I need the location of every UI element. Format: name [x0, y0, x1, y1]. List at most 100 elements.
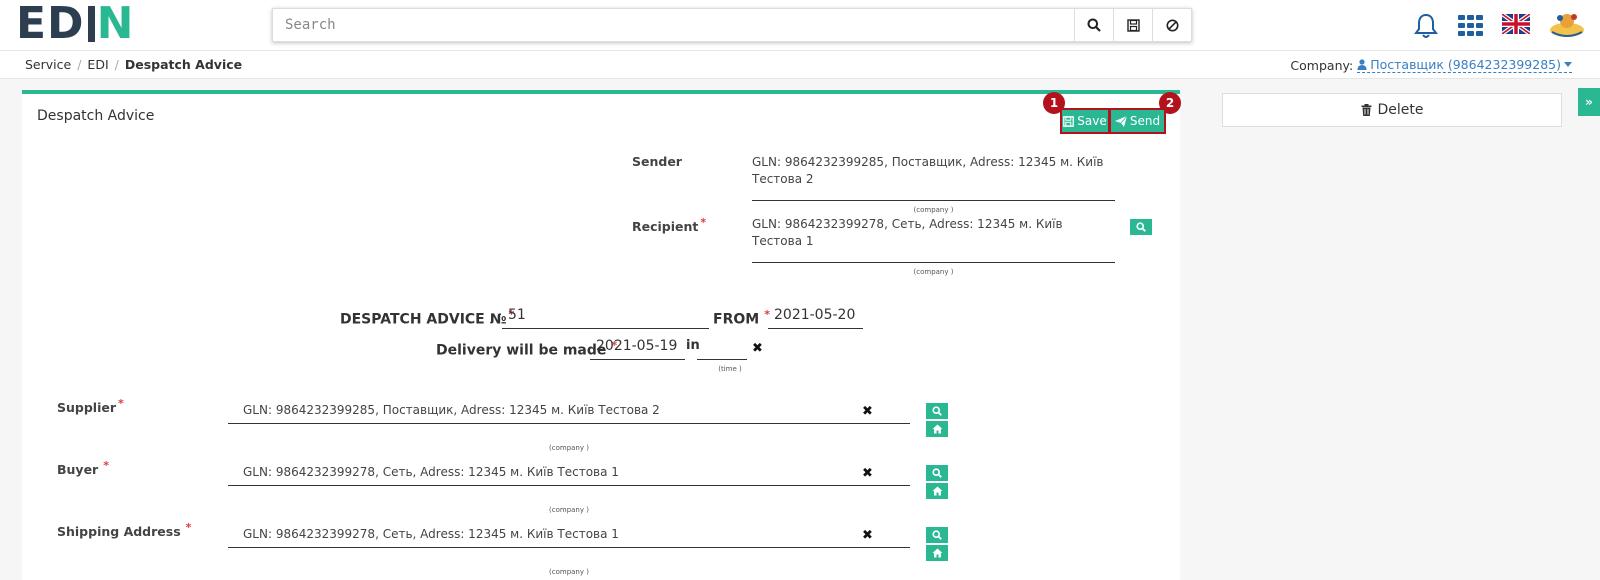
- despatch-number-input[interactable]: 51: [502, 307, 709, 329]
- breadcrumb: Service / EDI / Despatch Advice: [25, 57, 242, 72]
- sender-underline: [752, 200, 1115, 201]
- recipient-value-line2: Тестова 1: [752, 234, 814, 248]
- breadcrumb-item-edi[interactable]: EDI: [87, 57, 108, 72]
- breadcrumb-item-service[interactable]: Service: [25, 57, 71, 72]
- save-icon: [1063, 115, 1075, 127]
- company-selector: Company: Поставщик (9864232399285): [1290, 57, 1572, 73]
- save-icon: [1126, 18, 1140, 32]
- required-marker: *: [185, 521, 192, 534]
- user-icon: [1357, 59, 1367, 70]
- send-button-label: Send: [1129, 114, 1161, 128]
- search-bar: [272, 8, 1192, 42]
- recipient-label: Recipient *: [632, 216, 706, 234]
- search-icon: [1136, 222, 1146, 232]
- recipient-underline: [752, 262, 1115, 263]
- required-marker: *: [700, 216, 707, 229]
- trash-icon: [1361, 104, 1371, 116]
- buyer-value[interactable]: GLN: 9864232399278, Сеть, Adress: 12345 …: [243, 464, 863, 481]
- shipping-address-label: Shipping Address *: [57, 521, 191, 539]
- despatch-number-label-text: DESPATCH ADVICE №: [340, 311, 507, 328]
- supplier-label-text: Supplier: [57, 400, 117, 416]
- sender-field[interactable]: GLN: 9864232399285, Поставщик, Adress: 1…: [752, 154, 1115, 201]
- home-icon: [932, 548, 942, 558]
- caret-down-icon: [1564, 61, 1572, 67]
- delivery-date-input[interactable]: 2021-05-19: [590, 338, 685, 360]
- clear-time-icon[interactable]: ✖: [752, 341, 763, 356]
- required-marker: *: [118, 397, 124, 410]
- search-icon: [932, 530, 942, 540]
- recipient-field[interactable]: GLN: 9864232399278, Сеть, Adress: 12345 …: [752, 216, 1115, 262]
- bell-icon: [1414, 13, 1438, 38]
- delivery-label-text: Delivery will be made: [436, 342, 607, 359]
- notifications-button[interactable]: [1412, 12, 1440, 40]
- supplier-address-button[interactable]: [926, 421, 948, 437]
- supplier-search-button[interactable]: [926, 403, 948, 419]
- company-label: Company:: [1290, 57, 1354, 73]
- logo-i-mark: [87, 6, 95, 42]
- panel-title: Despatch Advice: [37, 108, 155, 124]
- breadcrumb-separator: /: [77, 57, 82, 72]
- home-icon: [932, 486, 942, 496]
- shipping-address-label-text: Shipping Address: [57, 524, 181, 540]
- delete-button-label: Delete: [1377, 102, 1424, 118]
- from-date-input[interactable]: 2021-05-20: [768, 307, 863, 329]
- recipient-search-button[interactable]: [1130, 219, 1152, 235]
- shipping-address-home-button[interactable]: [926, 545, 948, 561]
- from-label-text: FROM: [713, 311, 760, 328]
- supplier-label: Supplier *: [57, 397, 124, 415]
- sender-label: Sender: [632, 154, 682, 169]
- home-icon: [932, 424, 942, 434]
- buyer-underline: [228, 485, 910, 486]
- delivery-time-input[interactable]: [697, 338, 747, 360]
- paper-plane-icon: [1114, 115, 1127, 127]
- search-icon: [932, 468, 942, 478]
- breadcrumb-separator: /: [114, 57, 119, 72]
- recipient-hint: (company ): [913, 268, 954, 276]
- recipient-value-line1: GLN: 9864232399278, Сеть, Adress: 12345 …: [752, 217, 1063, 231]
- search-icon: [1087, 18, 1101, 32]
- time-hint: (time ): [718, 365, 742, 373]
- clear-supplier-icon[interactable]: ✖: [862, 404, 873, 419]
- delete-button[interactable]: Delete: [1222, 93, 1562, 127]
- send-button[interactable]: Send: [1109, 108, 1166, 134]
- save-search-button[interactable]: [1113, 9, 1152, 41]
- sender-hint: (company ): [913, 206, 954, 214]
- clear-buyer-icon[interactable]: ✖: [862, 466, 873, 481]
- sender-value-line2: Тестова 2: [752, 172, 814, 186]
- sender-value-line1: GLN: 9864232399285, Поставщик, Adress: 1…: [752, 155, 1104, 169]
- supplier-hint: (company ): [549, 444, 589, 452]
- despatch-number-label: DESPATCH ADVICE № *: [340, 308, 514, 328]
- save-button[interactable]: Save: [1060, 108, 1110, 134]
- save-button-label: Save: [1077, 114, 1107, 128]
- company-value: Поставщик (9864232399285): [1370, 57, 1561, 72]
- apps-grid-icon[interactable]: [1458, 15, 1484, 37]
- shipping-address-search-button[interactable]: [926, 527, 948, 543]
- from-label: FROM *: [713, 308, 770, 328]
- supplier-underline: [228, 423, 910, 424]
- buyer-address-button[interactable]: [926, 483, 948, 499]
- search-icon: [932, 406, 942, 416]
- company-dropdown[interactable]: Поставщик (9864232399285): [1357, 57, 1572, 73]
- expand-panel-button[interactable]: »: [1578, 88, 1600, 116]
- uk-flag-icon[interactable]: [1500, 12, 1532, 36]
- buyer-hint: (company ): [549, 506, 589, 514]
- cancel-icon: [1166, 19, 1178, 31]
- shipping-address-hint: (company ): [549, 568, 589, 576]
- user-avatar-icon[interactable]: [1548, 10, 1586, 40]
- logo-text-dark: ED: [16, 0, 85, 49]
- buyer-label-text: Buyer: [57, 462, 99, 478]
- breadcrumb-current: Despatch Advice: [124, 57, 243, 72]
- search-input[interactable]: [273, 9, 1074, 41]
- edin-logo[interactable]: ED N: [16, 0, 135, 49]
- buyer-label: Buyer *: [57, 459, 109, 477]
- buyer-search-button[interactable]: [926, 465, 948, 481]
- clear-search-button[interactable]: [1152, 9, 1191, 41]
- logo-text-green: N: [96, 0, 135, 49]
- required-marker: *: [103, 459, 109, 472]
- clear-shipping-address-icon[interactable]: ✖: [862, 528, 873, 543]
- shipping-address-value[interactable]: GLN: 9864232399278, Сеть, Adress: 12345 …: [243, 526, 863, 543]
- recipient-label-text: Recipient: [632, 219, 699, 235]
- supplier-value[interactable]: GLN: 9864232399285, Поставщик, Adress: 1…: [243, 402, 863, 419]
- shipping-address-underline: [228, 547, 910, 548]
- search-button[interactable]: [1074, 9, 1113, 41]
